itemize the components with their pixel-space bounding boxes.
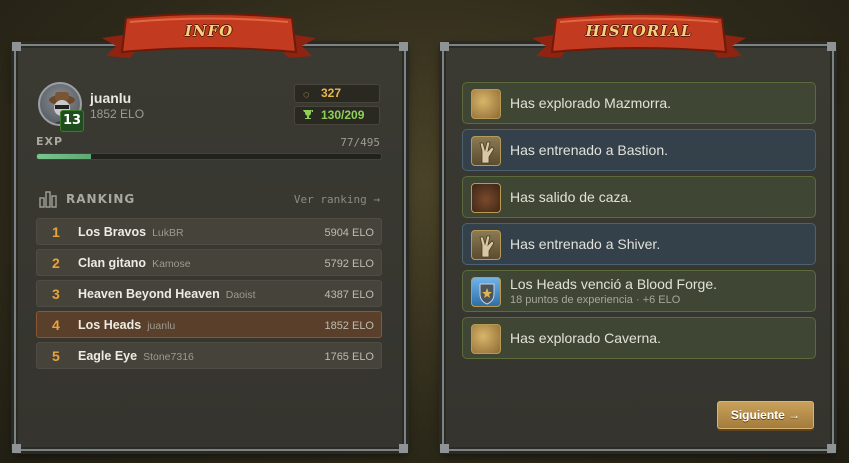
exp-bar-fill (37, 154, 91, 159)
clan-score: 1765 ELO (324, 351, 374, 363)
clan-name: Heaven Beyond Heaven (78, 287, 220, 301)
info-banner: INFO (102, 12, 316, 64)
clan-leader: LukBR (152, 227, 184, 239)
player-elo: 1852 ELO (90, 107, 145, 121)
historial-banner-title: HISTORIAL (585, 22, 693, 40)
ranking-row[interactable]: 3 Heaven Beyond Heaven Daoist 4387 ELO (36, 280, 382, 307)
hand-icon (471, 230, 501, 260)
history-text: Has explorado Caverna. (510, 330, 661, 346)
clan-score: 5904 ELO (324, 227, 374, 239)
exp-value: 77/495 (340, 136, 380, 149)
map-icon (471, 324, 501, 354)
map-icon (471, 89, 501, 119)
coin-icon: ◌ (303, 89, 310, 101)
clan-name: Clan gitano (78, 256, 147, 270)
clan-name: Eagle Eye (78, 349, 138, 363)
ranking-title: RANKING (66, 192, 136, 206)
historial-panel: Has explorado Mazmorra. Has entrenado a … (440, 42, 836, 453)
rank-position: 2 (52, 255, 60, 271)
ranking-row[interactable]: 5 Eagle Eye Stone7316 1765 ELO (36, 342, 382, 369)
history-text: Los Heads venció a Blood Forge. (510, 276, 718, 292)
rank-position: 1 (52, 224, 60, 240)
ranking-row[interactable]: 2 Clan gitano Kamose 5792 ELO (36, 249, 382, 276)
info-banner-title: INFO (184, 22, 234, 40)
coins-value: 327 (321, 86, 342, 100)
bar-chart-icon (38, 190, 58, 208)
ranking-list: 1 Los Bravos LukBR 5904 ELO 2 Clan gitano… (36, 218, 382, 373)
clan-name: Los Heads (78, 318, 142, 332)
history-item: Has entrenado a Shiver. (462, 223, 816, 265)
info-panel: 13 juanlu 1852 ELO ◌ 327 130/209 EXP 77/… (12, 42, 408, 453)
trophy-icon (303, 109, 313, 126)
ranking-row-own-clan[interactable]: 4 Los Heads juanlu 1852 ELO (36, 311, 382, 338)
username: juanlu (90, 90, 132, 106)
history-text: Has explorado Mazmorra. (510, 95, 672, 111)
next-button[interactable]: Siguiente → (717, 401, 814, 429)
coins-counter: ◌ 327 (294, 84, 380, 103)
history-list: Has explorado Mazmorra. Has entrenado a … (462, 82, 816, 364)
history-item: Los Heads venció a Blood Forge. 18 punto… (462, 270, 816, 312)
clan-leader: Stone7316 (143, 351, 194, 363)
history-item: Has entrenado a Bastion. (462, 129, 816, 171)
clan-leader: Kamose (152, 258, 191, 270)
rank-position: 4 (52, 317, 60, 333)
history-item: Has salido de caza. (462, 176, 816, 218)
history-subtext: 18 puntos de experiencia · +6 ELO (510, 294, 681, 306)
historial-banner: HISTORIAL (532, 12, 746, 64)
history-text: Has salido de caza. (510, 189, 633, 205)
clan-score: 1852 ELO (324, 320, 374, 332)
history-item: Has explorado Caverna. (462, 317, 816, 359)
clan-name: Los Bravos (78, 225, 147, 239)
clan-leader: Daoist (225, 289, 256, 301)
clan-leader: juanlu (147, 320, 176, 332)
history-item: Has explorado Mazmorra. (462, 82, 816, 124)
history-text: Has entrenado a Shiver. (510, 236, 661, 252)
hand-icon (471, 136, 501, 166)
history-text: Has entrenado a Bastion. (510, 142, 668, 158)
clan-score: 4387 ELO (324, 289, 374, 301)
clan-score: 5792 ELO (324, 258, 374, 270)
rank-position: 3 (52, 286, 60, 302)
level-badge: 13 (60, 110, 84, 132)
ranking-row[interactable]: 1 Los Bravos LukBR 5904 ELO (36, 218, 382, 245)
shield-icon (471, 277, 501, 307)
hunt-icon (471, 183, 501, 213)
exp-bar (36, 153, 382, 160)
rank-position: 5 (52, 348, 60, 364)
trophies-counter: 130/209 (294, 106, 380, 125)
exp-label: EXP (36, 135, 64, 148)
view-ranking-link[interactable]: Ver ranking → (294, 193, 380, 206)
trophies-value: 130/209 (321, 108, 365, 122)
